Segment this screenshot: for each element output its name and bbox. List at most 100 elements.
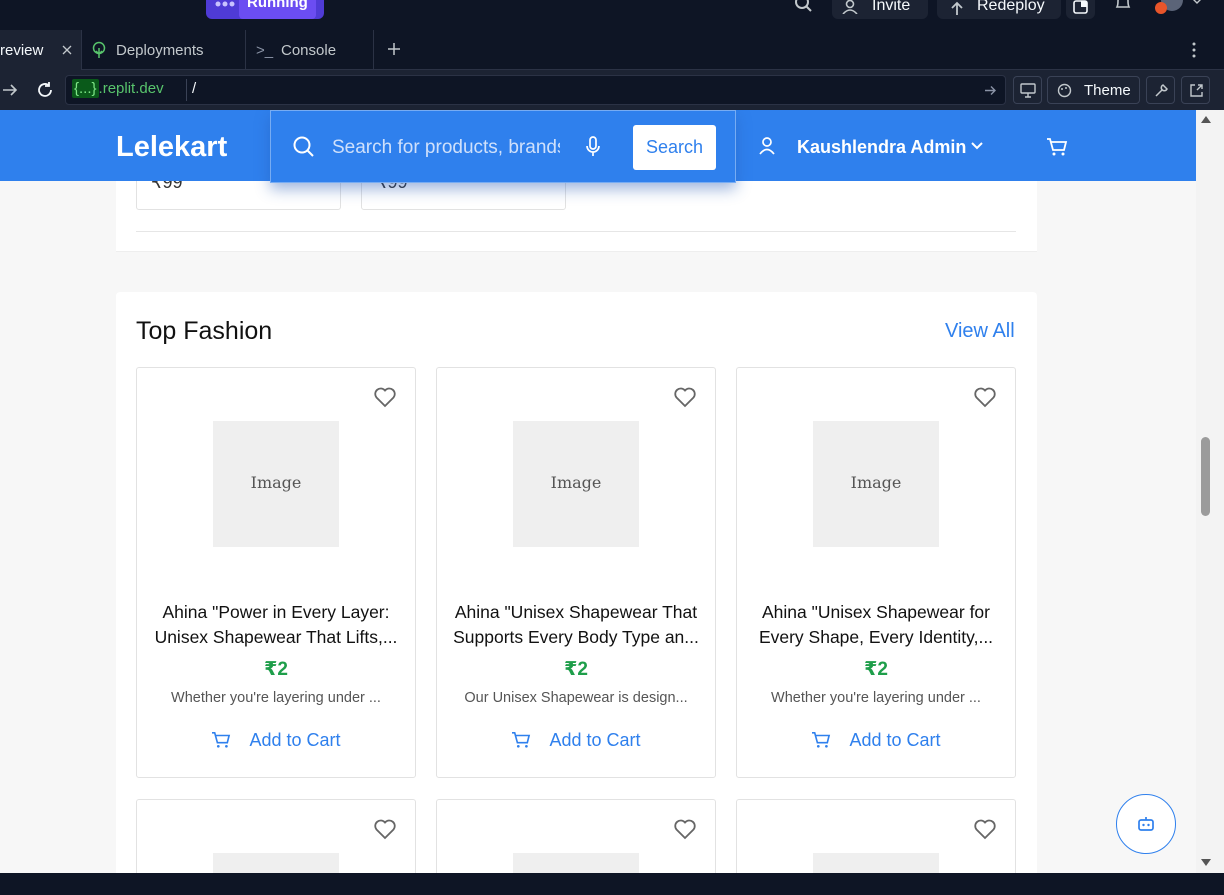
product-image[interactable]: Image: [213, 421, 339, 547]
invite-button[interactable]: Invite: [832, 0, 928, 19]
cart-icon[interactable]: [1046, 137, 1068, 157]
go-arrow-icon[interactable]: [984, 84, 997, 97]
site-header: Lelekart Search for products, brands and…: [0, 110, 1196, 183]
product-name-line: Ahina "Unisex Shapewear for: [761, 602, 990, 622]
device-preview-button[interactable]: [1013, 76, 1042, 104]
product-image[interactable]: [213, 853, 339, 873]
product-description: Whether you're layering under ...: [171, 690, 381, 706]
bottom-status-bar: [0, 873, 1224, 895]
section-divider: [136, 231, 1016, 232]
tab-preview[interactable]: review: [0, 30, 82, 70]
palette-icon: [1057, 83, 1072, 98]
add-tab-icon[interactable]: [387, 42, 401, 56]
product-name-line: Every Shape, Every Identity,...: [758, 627, 994, 647]
heart-icon[interactable]: [973, 817, 997, 841]
scrollbar-thumb[interactable]: [1201, 437, 1210, 516]
user-menu[interactable]: Kaushlendra Admin: [797, 137, 966, 158]
reload-icon[interactable]: [36, 81, 54, 99]
cart-icon: [512, 731, 531, 748]
add-to-cart-button[interactable]: Add to Cart: [437, 730, 715, 751]
chatbot-button[interactable]: [1116, 794, 1176, 854]
devtools-button[interactable]: [1146, 76, 1175, 104]
add-to-cart-button[interactable]: Add to Cart: [137, 730, 415, 751]
tab-label: Console: [281, 42, 337, 59]
tab-console[interactable]: >_ Console: [246, 30, 374, 70]
wrench-icon: [1155, 84, 1168, 97]
product-name-line: Unisex Shapewear That Lifts,...: [154, 627, 398, 647]
close-icon[interactable]: [62, 45, 72, 55]
redeploy-button[interactable]: Redeploy: [937, 0, 1061, 19]
open-new-tab-button[interactable]: [1181, 76, 1210, 104]
product-description: Our Unisex Shapewear is design...: [464, 690, 688, 706]
deployments-icon: [92, 41, 106, 58]
product-image[interactable]: [513, 853, 639, 873]
add-user-icon: [842, 0, 858, 14]
url-separator: [186, 79, 187, 101]
url-host: {...} .replit.dev: [72, 79, 164, 98]
microphone-icon[interactable]: [585, 136, 601, 158]
product-image[interactable]: [813, 853, 939, 873]
monitor-icon: [1020, 83, 1036, 98]
invite-label: Invite: [872, 0, 911, 14]
heart-icon[interactable]: [373, 817, 397, 841]
search-icon[interactable]: [794, 0, 814, 14]
external-link-icon: [1190, 84, 1203, 97]
product-name[interactable]: Ahina "Unisex Shapewear for Every Shape,…: [751, 600, 1001, 650]
product-description: Whether you're layering under ...: [771, 690, 981, 706]
product-card[interactable]: Image Ahina "Unisex Shapewear That Suppo…: [436, 367, 716, 778]
heart-icon[interactable]: [973, 385, 997, 409]
add-to-cart-label: Add to Cart: [849, 730, 941, 750]
add-to-cart-label: Add to Cart: [249, 730, 341, 750]
forward-arrow-icon[interactable]: [2, 82, 18, 98]
chevron-down-icon[interactable]: [970, 141, 984, 151]
product-name[interactable]: Ahina "Power in Every Layer: Unisex Shap…: [151, 600, 401, 650]
pane-tabs: review Deployments >_ Console: [0, 30, 1224, 70]
cart-icon: [212, 731, 231, 748]
user-icon: [759, 137, 775, 155]
product-image[interactable]: Image: [813, 421, 939, 547]
product-card[interactable]: [436, 799, 716, 873]
add-to-cart-label: Add to Cart: [549, 730, 641, 750]
section-title: Top Fashion: [136, 317, 273, 345]
heart-icon[interactable]: [673, 385, 697, 409]
run-status-badge[interactable]: Running: [206, 0, 324, 19]
split-view-button[interactable]: [1066, 0, 1095, 19]
product-card[interactable]: [736, 799, 1016, 873]
tab-label: review: [0, 42, 44, 59]
more-options-icon[interactable]: [1190, 41, 1198, 59]
browser-url-bar: {...} .replit.dev / Theme: [0, 70, 1224, 110]
tab-deployments[interactable]: Deployments: [82, 30, 246, 70]
run-grid-icon: [214, 0, 236, 16]
avatar[interactable]: KK: [1154, 0, 1184, 17]
split-icon: [1073, 0, 1088, 14]
product-name-line: Supports Every Body Type an...: [453, 627, 699, 647]
theme-button[interactable]: Theme: [1047, 76, 1140, 104]
site-logo[interactable]: Lelekart: [116, 131, 227, 164]
search-icon: [293, 136, 314, 157]
product-price: ₹2: [864, 659, 888, 680]
redeploy-label: Redeploy: [977, 0, 1045, 14]
heart-icon[interactable]: [373, 385, 397, 409]
ide-top-bar: Running Invite Redeploy KK: [0, 0, 1224, 30]
add-to-cart-button[interactable]: Add to Cart: [737, 730, 1015, 751]
product-name[interactable]: Ahina "Unisex Shapewear That Supports Ev…: [451, 600, 701, 650]
product-card[interactable]: Image Ahina "Power in Every Layer: Unise…: [136, 367, 416, 778]
search-button[interactable]: Search: [633, 125, 716, 170]
scroll-up-icon[interactable]: [1200, 114, 1212, 124]
search-bar: Search for products, brands and more Sea…: [270, 110, 736, 183]
upload-icon: [951, 1, 963, 15]
preview-viewport: ₹99 ₹99 Lelekart Search for products, br…: [0, 110, 1224, 873]
scroll-down-icon[interactable]: [1200, 858, 1212, 868]
product-card[interactable]: [136, 799, 416, 873]
product-name-line: Ahina "Unisex Shapewear That: [454, 602, 698, 622]
bell-icon[interactable]: [1114, 0, 1132, 12]
product-card[interactable]: Image Ahina "Unisex Shapewear for Every …: [736, 367, 1016, 778]
view-all-link[interactable]: View All: [945, 320, 1015, 343]
bot-icon: [1138, 817, 1154, 831]
search-input[interactable]: Search for products, brands and more: [332, 137, 560, 159]
url-input[interactable]: {...} .replit.dev /: [65, 75, 1006, 105]
image-placeholder-text: Image: [250, 473, 302, 492]
heart-icon[interactable]: [673, 817, 697, 841]
chevron-down-icon[interactable]: [1192, 0, 1202, 6]
product-image[interactable]: Image: [513, 421, 639, 547]
